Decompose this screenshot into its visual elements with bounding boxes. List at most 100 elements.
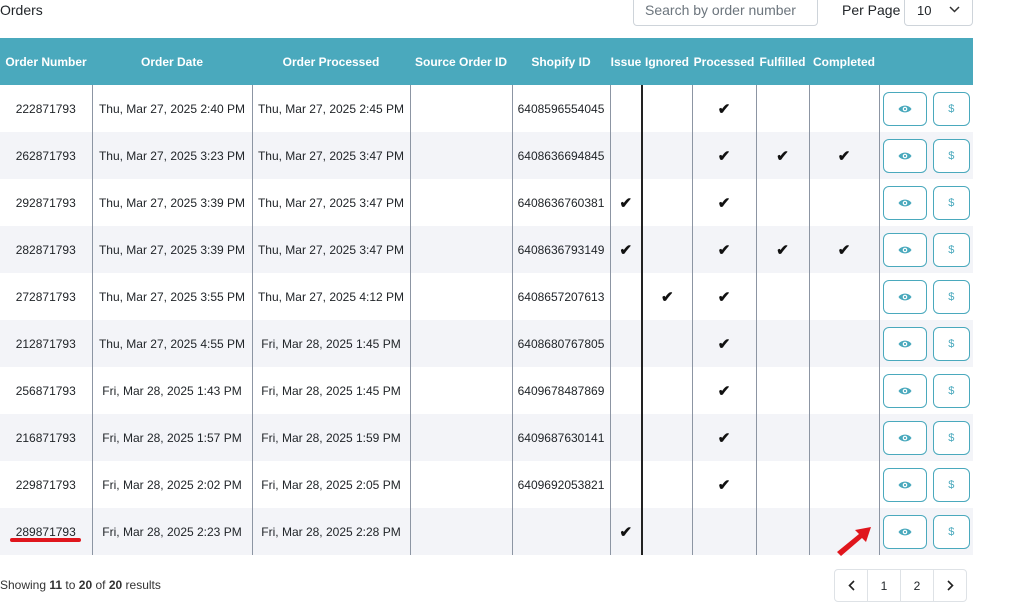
eye-icon bbox=[898, 480, 912, 490]
payment-button[interactable]: $ bbox=[932, 185, 970, 220]
view-order-button[interactable] bbox=[882, 138, 927, 173]
cell-order-date: Thu, Mar 27, 2025 3:39 PM bbox=[92, 179, 253, 226]
cell-ignored bbox=[642, 414, 693, 461]
cell-fulfilled bbox=[756, 508, 810, 555]
table-row: 216871793 Fri, Mar 28, 2025 1:57 PM Fri, M… bbox=[0, 414, 973, 461]
header-order-number[interactable]: Order Number bbox=[0, 38, 92, 85]
view-order-button[interactable] bbox=[882, 467, 927, 502]
per-page-select[interactable]: 10 bbox=[904, 0, 973, 26]
cell-fulfilled bbox=[756, 320, 810, 367]
table-row: 256871793 Fri, Mar 28, 2025 1:43 PM Fri, M… bbox=[0, 367, 973, 414]
payment-button[interactable]: $ bbox=[932, 232, 970, 267]
cell-issue: ✔ bbox=[610, 226, 643, 273]
cell-ignored bbox=[642, 132, 693, 179]
table-row: 222871793 Thu, Mar 27, 2025 2:40 PM Thu, M… bbox=[0, 85, 973, 132]
cell-processed: ✔ bbox=[692, 320, 757, 367]
cell-actions: $ bbox=[879, 132, 973, 179]
cell-shopify-id: 6408636760381 bbox=[512, 179, 611, 226]
chevron-left-icon bbox=[847, 580, 855, 591]
chevron-right-icon bbox=[946, 580, 954, 591]
cell-fulfilled bbox=[756, 273, 810, 320]
cell-order-date: Thu, Mar 27, 2025 3:23 PM bbox=[92, 132, 253, 179]
pagination-page-1[interactable]: 1 bbox=[867, 569, 901, 602]
payment-button[interactable]: $ bbox=[932, 138, 970, 173]
cell-fulfilled bbox=[756, 461, 810, 508]
cell-actions: $ bbox=[879, 226, 973, 273]
payment-button[interactable]: $ bbox=[932, 326, 970, 361]
cell-order-number: 272871793 bbox=[0, 273, 93, 320]
cell-source-order-id bbox=[410, 179, 513, 226]
header-issue[interactable]: Issue bbox=[610, 38, 642, 85]
header-ignored[interactable]: Ignored bbox=[642, 38, 692, 85]
highlight-underline bbox=[10, 538, 81, 542]
cell-order-processed: Fri, Mar 28, 2025 1:45 PM bbox=[252, 320, 411, 367]
table-row: 212871793 Thu, Mar 27, 2025 4:55 PM Fri, M… bbox=[0, 320, 973, 367]
view-order-button[interactable] bbox=[882, 91, 927, 126]
eye-icon bbox=[898, 386, 912, 396]
cell-order-processed: Thu, Mar 27, 2025 4:12 PM bbox=[252, 273, 411, 320]
cell-shopify-id: 6408636793149 bbox=[512, 226, 611, 273]
payment-button[interactable]: $ bbox=[932, 91, 970, 126]
payment-button[interactable]: $ bbox=[932, 467, 970, 502]
payment-button[interactable]: $ bbox=[932, 420, 970, 455]
cell-actions: $ bbox=[879, 179, 973, 226]
cell-order-processed: Thu, Mar 27, 2025 3:47 PM bbox=[252, 179, 411, 226]
cell-processed: ✔ bbox=[692, 414, 757, 461]
table-header-row: Order Number Order Date Order Processed … bbox=[0, 38, 973, 85]
header-processed[interactable]: Processed bbox=[692, 38, 756, 85]
cell-ignored bbox=[642, 461, 693, 508]
cell-fulfilled bbox=[756, 85, 810, 132]
cell-shopify-id bbox=[512, 508, 611, 555]
cell-issue bbox=[610, 367, 643, 414]
eye-icon bbox=[898, 104, 912, 114]
cell-completed: ✔ bbox=[809, 226, 880, 273]
cell-issue bbox=[610, 273, 643, 320]
cell-order-number: 256871793 bbox=[0, 367, 93, 414]
pagination-next-button[interactable] bbox=[933, 569, 967, 602]
cell-fulfilled bbox=[756, 414, 810, 461]
pagination-page-2[interactable]: 2 bbox=[900, 569, 934, 602]
cell-fulfilled bbox=[756, 367, 810, 414]
cell-shopify-id: 6408657207613 bbox=[512, 273, 611, 320]
header-source-order-id[interactable]: Source Order ID bbox=[410, 38, 512, 85]
cell-actions: $ bbox=[879, 320, 973, 367]
eye-icon bbox=[898, 245, 912, 255]
cell-shopify-id: 6409678487869 bbox=[512, 367, 611, 414]
view-order-button[interactable] bbox=[882, 420, 927, 455]
cell-order-processed: Thu, Mar 27, 2025 2:45 PM bbox=[252, 85, 411, 132]
cell-actions: $ bbox=[879, 273, 973, 320]
header-order-processed[interactable]: Order Processed bbox=[252, 38, 410, 85]
view-order-button[interactable] bbox=[882, 514, 927, 549]
payment-button[interactable]: $ bbox=[932, 279, 970, 314]
page-title: Orders bbox=[0, 2, 43, 18]
cell-completed bbox=[809, 85, 880, 132]
header-shopify-id[interactable]: Shopify ID bbox=[512, 38, 610, 85]
payment-button[interactable]: $ bbox=[932, 373, 970, 408]
payment-button[interactable]: $ bbox=[932, 514, 970, 549]
annotation-arrow bbox=[837, 527, 871, 556]
view-order-button[interactable] bbox=[882, 326, 927, 361]
cell-fulfilled: ✔ bbox=[756, 132, 810, 179]
view-order-button[interactable] bbox=[882, 232, 927, 267]
table-row: 292871793 Thu, Mar 27, 2025 3:39 PM Thu, M… bbox=[0, 179, 973, 226]
cell-ignored bbox=[642, 179, 693, 226]
cell-actions: $ bbox=[879, 85, 973, 132]
cell-source-order-id bbox=[410, 85, 513, 132]
header-completed[interactable]: Completed bbox=[809, 38, 879, 85]
cell-order-date: Thu, Mar 27, 2025 3:39 PM bbox=[92, 226, 253, 273]
view-order-button[interactable] bbox=[882, 373, 927, 408]
view-order-button[interactable] bbox=[882, 185, 927, 220]
chevron-down-icon bbox=[949, 5, 960, 16]
cell-order-processed: Fri, Mar 28, 2025 1:45 PM bbox=[252, 367, 411, 414]
pagination-prev-button[interactable] bbox=[834, 569, 868, 602]
orders-table: Order Number Order Date Order Processed … bbox=[0, 38, 973, 555]
cell-order-processed: Fri, Mar 28, 2025 1:59 PM bbox=[252, 414, 411, 461]
eye-icon bbox=[898, 292, 912, 302]
cell-issue: ✔ bbox=[610, 508, 643, 555]
header-fulfilled[interactable]: Fulfilled bbox=[756, 38, 809, 85]
view-order-button[interactable] bbox=[882, 279, 927, 314]
search-input[interactable] bbox=[633, 0, 818, 26]
cell-processed: ✔ bbox=[692, 273, 757, 320]
cell-ignored bbox=[642, 85, 693, 132]
header-order-date[interactable]: Order Date bbox=[92, 38, 252, 85]
